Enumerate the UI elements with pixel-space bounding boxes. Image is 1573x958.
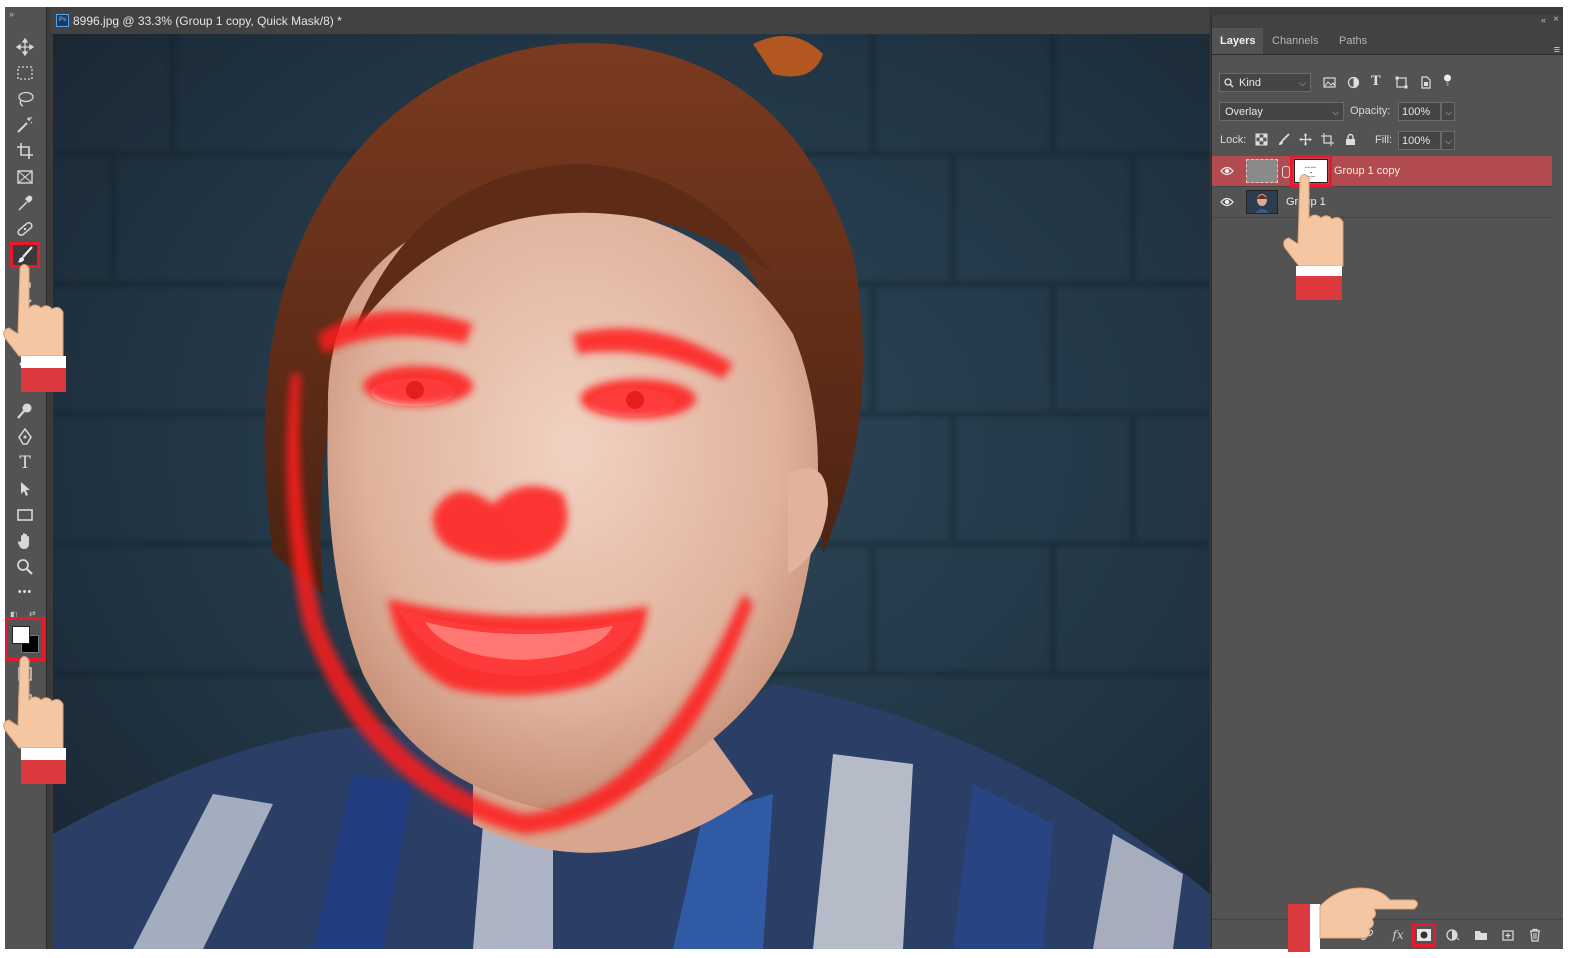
layer-row-group-1[interactable]: Group 1 [1212, 187, 1552, 218]
layer-thumbnail[interactable] [1246, 159, 1278, 183]
crop-icon[interactable] [12, 140, 38, 162]
document-title: 8996.jpg @ 33.3% (Group 1 copy, Quick Ma… [73, 14, 342, 28]
lock-position-icon[interactable] [1299, 133, 1312, 146]
opacity-input[interactable]: 100% [1398, 102, 1441, 121]
chevron-down-icon: ⌵ [1445, 107, 1452, 117]
rectangle-icon[interactable] [12, 504, 38, 526]
filter-toggle-icon[interactable] [1441, 74, 1454, 87]
zoom-icon[interactable] [12, 556, 38, 578]
photoshop-window: » T ••• ◧ ⇄ Ps 8996.jpg @ 33.3% (Group 1… [5, 7, 1563, 949]
bandage-icon[interactable] [12, 218, 38, 240]
fill-input[interactable]: 100% [1398, 131, 1441, 150]
document-tab[interactable]: Ps 8996.jpg @ 33.3% (Group 1 copy, Quick… [51, 7, 1209, 35]
layers-list: Group 1 copy Group 1 [1212, 153, 1552, 218]
new-group-folder-icon[interactable] [1474, 928, 1488, 942]
photo-artwork [53, 34, 1210, 949]
blend-mode-select[interactable]: Overlay ⌵ [1219, 102, 1344, 121]
lock-transparent-pixels-icon[interactable] [1255, 133, 1268, 146]
collapse-panel-icon[interactable]: « [1541, 15, 1546, 25]
chevron-down-icon: ⌵ [1299, 78, 1306, 88]
lock-all-icon[interactable] [1344, 133, 1357, 146]
magic-wand-icon[interactable] [12, 114, 38, 136]
tab-layers[interactable]: Layers [1212, 28, 1264, 54]
lock-artboard-icon[interactable] [1321, 133, 1334, 146]
filter-kind-select[interactable]: Kind ⌵ [1219, 73, 1311, 92]
default-colors-icon[interactable]: ◧ [10, 610, 18, 619]
eyedropper-icon[interactable] [12, 192, 38, 214]
foreground-color-swatch[interactable] [12, 626, 30, 644]
pointing-hand-brush-annotation [3, 264, 66, 392]
pixel-filter-icon[interactable] [1323, 76, 1336, 89]
delete-layer-trash-icon[interactable] [1528, 928, 1542, 942]
eye-icon[interactable] [1220, 164, 1234, 178]
lock-label: Lock: [1220, 134, 1247, 146]
layer-row-group-1-copy[interactable]: Group 1 copy [1212, 155, 1552, 187]
pointing-hand-add-mask-annotation [1288, 887, 1418, 952]
panel-tabs: Layers Channels Paths ≡ [1212, 28, 1563, 56]
shape-filter-icon[interactable] [1395, 76, 1408, 89]
new-layer-icon[interactable] [1501, 928, 1515, 942]
tab-paths[interactable]: Paths [1331, 28, 1375, 54]
swap-colors-icon[interactable]: ⇄ [29, 609, 36, 618]
smart-object-filter-icon[interactable] [1419, 76, 1432, 89]
fill-label: Fill: [1375, 134, 1393, 146]
rect-marquee-icon[interactable] [12, 62, 38, 84]
move-tool-icon[interactable] [12, 36, 38, 58]
filter-kind-value: Kind [1239, 77, 1262, 89]
panel-header-bar: « × [1212, 14, 1563, 28]
arrow-icon[interactable] [12, 478, 38, 500]
chevron-down-icon: ⌵ [1445, 136, 1452, 146]
pointing-hand-swatch-annotation [3, 656, 66, 784]
dodge-icon[interactable] [12, 400, 38, 422]
lock-image-pixels-icon[interactable] [1277, 133, 1290, 146]
type-icon[interactable]: T [12, 452, 38, 474]
eye-icon[interactable] [1220, 195, 1234, 209]
frame-icon[interactable] [12, 166, 38, 188]
close-panel-icon[interactable]: × [1553, 14, 1559, 25]
pen-icon[interactable] [12, 426, 38, 448]
type-filter-icon[interactable]: T [1371, 74, 1384, 89]
pointing-hand-mask-annotation [1283, 174, 1344, 300]
tools-panel: » T ••• ◧ ⇄ [5, 7, 47, 949]
lasso-icon[interactable] [12, 88, 38, 110]
hand-icon[interactable] [12, 530, 38, 552]
layers-panel: « × Layers Channels Paths ≡ Kind ⌵ T Ove… [1211, 14, 1563, 949]
layer-thumbnail[interactable] [1246, 190, 1278, 214]
tab-channels[interactable]: Channels [1264, 28, 1326, 54]
chevron-down-icon: ⌵ [1332, 107, 1339, 117]
panel-grip-icon[interactable]: » [9, 9, 14, 19]
panel-menu-icon[interactable]: ≡ [1554, 44, 1560, 56]
photoshop-file-icon: Ps [56, 14, 69, 27]
blend-mode-value: Overlay [1225, 106, 1263, 118]
ellipsis-icon[interactable]: ••• [12, 581, 38, 603]
opacity-label: Opacity: [1350, 105, 1391, 117]
search-icon [1224, 74, 1234, 95]
opacity-slider-toggle[interactable]: ⌵ [1441, 102, 1455, 121]
image-canvas[interactable] [53, 34, 1210, 949]
adjustment-filter-icon[interactable] [1347, 76, 1360, 89]
fill-slider-toggle[interactable]: ⌵ [1441, 131, 1455, 150]
new-adjustment-layer-icon[interactable] [1446, 928, 1460, 942]
